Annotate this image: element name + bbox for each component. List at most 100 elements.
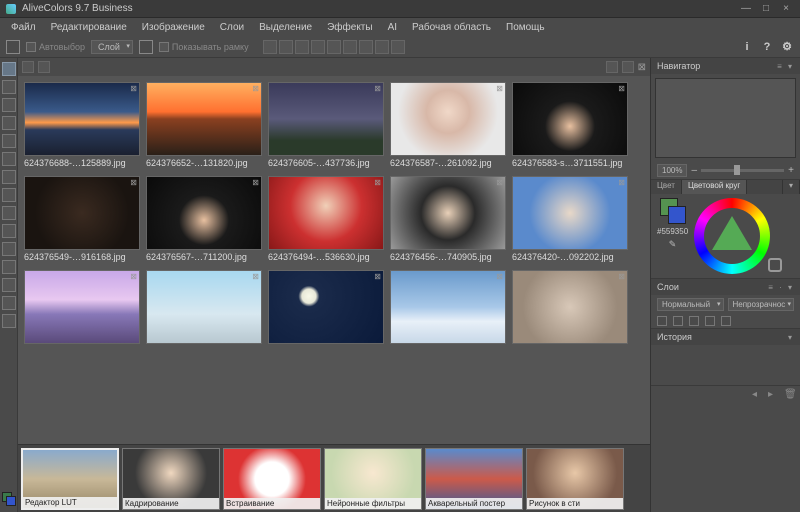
link-icon[interactable] <box>721 316 731 326</box>
prev-icon[interactable]: ◂ <box>752 389 762 399</box>
menu-help[interactable]: Помощь <box>499 20 552 35</box>
selection-tool-icon[interactable] <box>2 80 16 94</box>
thumbnail[interactable]: ⊠624376567-…711200.jpg <box>146 176 262 266</box>
color-swatch[interactable] <box>2 492 16 506</box>
close-thumb-icon[interactable]: ⊠ <box>374 84 381 93</box>
align-icon[interactable] <box>279 40 293 54</box>
menu-select[interactable]: Выделение <box>252 20 319 35</box>
shape-tool-icon[interactable] <box>2 260 16 274</box>
close-thumb-icon[interactable]: ⊠ <box>496 178 503 187</box>
close-thumb-icon[interactable]: ⊠ <box>496 272 503 281</box>
trash-icon[interactable]: 🗑 <box>784 389 794 399</box>
eraser-tool-icon[interactable] <box>2 188 16 202</box>
transform-icon[interactable] <box>139 40 153 54</box>
menu-ai[interactable]: AI <box>381 20 404 35</box>
filmstrip-item[interactable]: Акварельный постер <box>425 448 523 510</box>
eyedropper-icon[interactable]: ✎ <box>669 239 677 250</box>
eyedropper-tool-icon[interactable] <box>2 134 16 148</box>
zoom-slider[interactable] <box>701 169 784 172</box>
align-icon[interactable] <box>311 40 325 54</box>
folder-icon[interactable] <box>673 316 683 326</box>
settings-gear-icon[interactable]: ⚙ <box>780 40 794 54</box>
filmstrip-item[interactable]: Рисунок в сти <box>526 448 624 510</box>
crop-tool-icon[interactable] <box>2 116 16 130</box>
align-icon[interactable] <box>263 40 277 54</box>
thumbnail[interactable]: ⊠624376605-…437736.jpg <box>268 82 384 172</box>
close-thumb-icon[interactable]: ⊠ <box>618 178 625 187</box>
close-thumb-icon[interactable]: ⊠ <box>618 272 625 281</box>
thumbnail[interactable]: ⊠ <box>268 270 384 344</box>
tab-list-icon[interactable] <box>22 61 34 73</box>
thumbnail[interactable]: ⊠624376583-s…3711551.jpg <box>512 82 628 172</box>
mask-icon[interactable] <box>689 316 699 326</box>
close-thumb-icon[interactable]: ⊠ <box>252 178 259 187</box>
thumbnail[interactable]: ⊠624376494-…536630.jpg <box>268 176 384 266</box>
zoom-in-icon[interactable]: + <box>788 165 794 176</box>
color-mode-icon[interactable] <box>768 258 782 272</box>
menu-file[interactable]: Файл <box>4 20 43 35</box>
distribute-icon[interactable] <box>391 40 405 54</box>
menu-workspace[interactable]: Рабочая область <box>405 20 498 35</box>
menu-edit[interactable]: Редактирование <box>44 20 134 35</box>
zoom-tool-icon[interactable] <box>2 314 16 328</box>
thumbnail[interactable]: ⊠624376688-…125889.jpg <box>24 82 140 172</box>
move-tool-icon[interactable] <box>2 62 16 76</box>
align-icon[interactable] <box>343 40 357 54</box>
align-icon[interactable] <box>327 40 341 54</box>
close-thumb-icon[interactable]: ⊠ <box>130 178 137 187</box>
align-icon[interactable] <box>295 40 309 54</box>
new-tab-icon[interactable] <box>38 61 50 73</box>
thumbnail[interactable]: ⊠624376456-…740905.jpg <box>390 176 506 266</box>
filmstrip-item[interactable]: Кадрирование <box>122 448 220 510</box>
thumbnail[interactable]: ⊠624376420-…092202.jpg <box>512 176 628 266</box>
fx-icon[interactable] <box>705 316 715 326</box>
panel-menu-icon[interactable]: ≡ · ▾ <box>768 283 794 292</box>
help-icon[interactable]: ? <box>760 40 774 54</box>
zoom-out-icon[interactable]: – <box>691 165 697 176</box>
filmstrip-item[interactable]: Нейронные фильтры <box>324 448 422 510</box>
panel-menu-icon[interactable]: ▾ <box>783 180 800 194</box>
close-thumb-icon[interactable]: ⊠ <box>130 84 137 93</box>
distribute-icon[interactable] <box>375 40 389 54</box>
menu-layers[interactable]: Слои <box>213 20 251 35</box>
close-thumb-icon[interactable]: ⊠ <box>252 272 259 281</box>
maximize-button[interactable]: □ <box>758 3 774 15</box>
navigator-preview[interactable] <box>655 78 796 158</box>
blend-mode-dropdown[interactable]: Нормальный <box>657 298 724 311</box>
thumbnail[interactable]: ⊠624376652-…131820.jpg <box>146 82 262 172</box>
filmstrip-item[interactable]: Встраивание <box>223 448 321 510</box>
fill-tool-icon[interactable] <box>2 206 16 220</box>
color-wheel[interactable] <box>694 198 770 274</box>
brush-tool-icon[interactable] <box>2 152 16 166</box>
close-button[interactable]: × <box>778 3 794 15</box>
arrange-icon[interactable] <box>622 61 634 73</box>
close-thumb-icon[interactable]: ⊠ <box>252 84 259 93</box>
thumbnail[interactable]: ⊠ <box>390 270 506 344</box>
next-icon[interactable]: ▸ <box>768 389 778 399</box>
menu-image[interactable]: Изображение <box>135 20 212 35</box>
info-icon[interactable]: i <box>740 40 754 54</box>
thumbnail[interactable]: ⊠624376587-…261092.jpg <box>390 82 506 172</box>
tab-color[interactable]: Цвет <box>651 180 682 194</box>
layer-dropdown[interactable]: Слой <box>91 40 133 54</box>
close-thumb-icon[interactable]: ⊠ <box>374 178 381 187</box>
close-thumb-icon[interactable]: ⊠ <box>496 84 503 93</box>
text-tool-icon[interactable] <box>2 278 16 292</box>
distribute-icon[interactable] <box>359 40 373 54</box>
close-thumb-icon[interactable]: ⊠ <box>618 84 625 93</box>
lasso-tool-icon[interactable] <box>2 98 16 112</box>
close-thumb-icon[interactable]: ⊠ <box>130 272 137 281</box>
hand-tool-icon[interactable] <box>2 296 16 310</box>
blur-tool-icon[interactable] <box>2 242 16 256</box>
clone-tool-icon[interactable] <box>2 170 16 184</box>
opacity-dropdown[interactable]: Непрозрачнос <box>728 298 795 311</box>
close-thumb-icon[interactable]: ⊠ <box>374 272 381 281</box>
menu-effects[interactable]: Эффекты <box>320 20 379 35</box>
thumbnail[interactable]: ⊠ <box>512 270 628 344</box>
thumbnail[interactable]: ⊠624376549-…916168.jpg <box>24 176 140 266</box>
thumbnail[interactable]: ⊠ <box>24 270 140 344</box>
panel-menu-icon[interactable]: ≡ ▾ <box>777 62 794 71</box>
tab-colorwheel[interactable]: Цветовой круг <box>682 180 747 194</box>
zoom-percent-field[interactable]: 100% <box>657 164 687 177</box>
filmstrip-item[interactable]: Редактор LUT <box>21 448 119 510</box>
